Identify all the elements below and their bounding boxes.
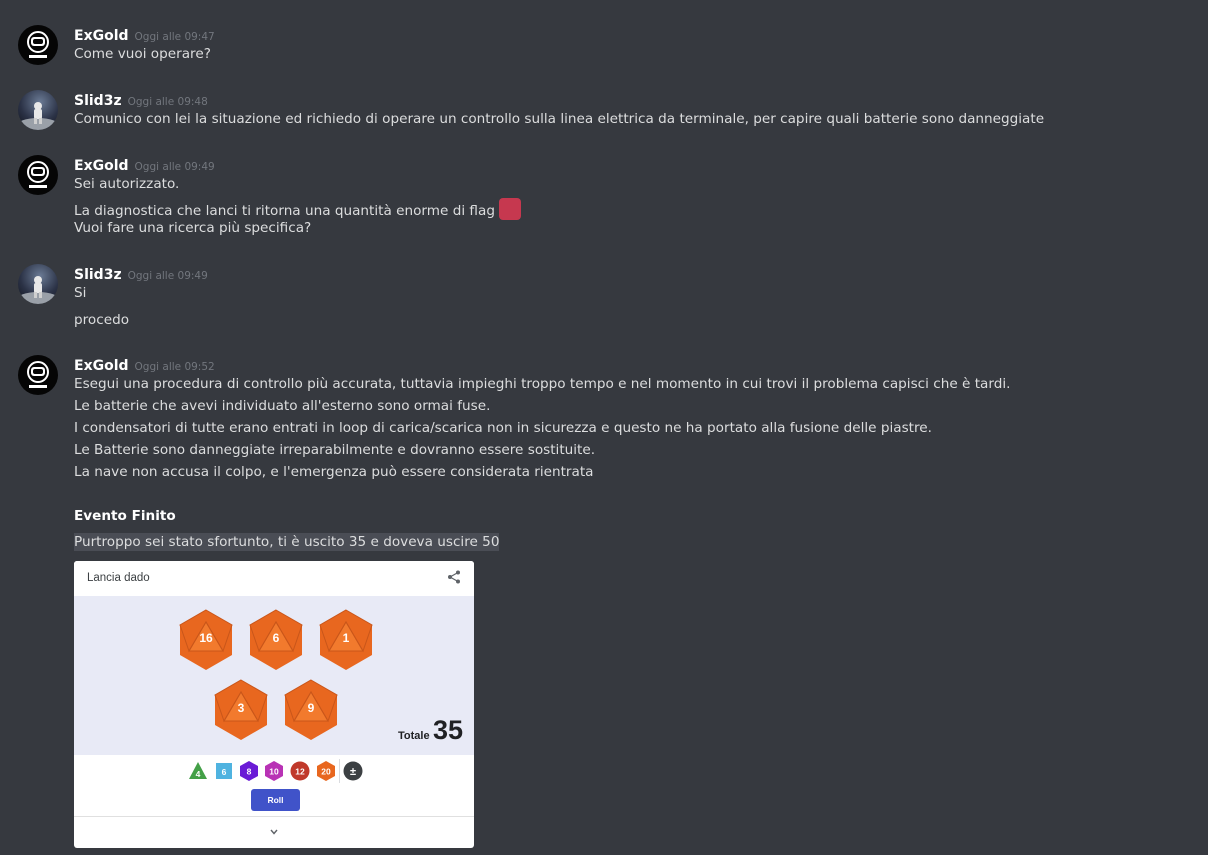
avatar[interactable] <box>18 90 58 130</box>
d20-label: 20 <box>321 767 331 777</box>
die-value: 6 <box>272 631 280 645</box>
username[interactable]: Slid3z <box>74 267 122 283</box>
card-title: Lancia dado <box>87 572 150 584</box>
dice-result-area: 16 6 1 3 9 Totale 35 <box>74 596 474 755</box>
avatar[interactable] <box>18 25 58 65</box>
d20-die: 3 <box>213 679 269 741</box>
d12-label: 12 <box>295 767 305 777</box>
modifier-label: ± <box>350 766 356 778</box>
message-text: Le batterie che avevi individuato all'es… <box>74 398 491 414</box>
message-text: Le Batterie sono danneggiate irreparabil… <box>74 442 596 458</box>
d20-die: 16 <box>178 609 234 671</box>
highlighted-text: Purtroppo sei stato sfortunto, ti è usci… <box>74 533 500 551</box>
username[interactable]: ExGold <box>74 358 129 374</box>
message-text: procedo <box>74 312 130 328</box>
message-text-highlighted: Purtroppo sei stato sfortunto, ti è usci… <box>74 533 500 551</box>
astronaut-logo-icon <box>27 361 49 388</box>
total-label: Totale <box>398 730 430 742</box>
d20-button[interactable]: 20 <box>316 761 336 781</box>
chevron-down-icon[interactable] <box>269 827 279 837</box>
username[interactable]: ExGold <box>74 158 129 174</box>
event-finished-heading: Evento Finito <box>74 508 176 524</box>
d6-button[interactable]: 6 <box>214 761 234 781</box>
d8-button[interactable]: 8 <box>239 761 259 781</box>
avatar[interactable] <box>18 355 58 395</box>
message-text: Vuoi fare una ricerca più specifica? <box>74 220 312 236</box>
die-value: 16 <box>199 631 213 645</box>
message-text: Comunico con lei la situazione ed richie… <box>74 111 1045 127</box>
username[interactable]: Slid3z <box>74 93 122 109</box>
d20-die: 1 <box>318 609 374 671</box>
message: ExGold Oggi alle 09:47 Come vuoi operare? <box>0 25 1208 70</box>
message-text-with-flag: La diagnostica che lanci ti ritorna una … <box>74 198 521 220</box>
avatar[interactable] <box>18 155 58 195</box>
dice-roller-card: Lancia dado 16 6 1 3 9 Totale 35 4 6 8 1… <box>74 561 474 848</box>
timestamp: Oggi alle 09:49 <box>127 270 208 282</box>
astronaut-moon-icon <box>18 102 58 130</box>
d6-label: 6 <box>222 767 227 777</box>
avatar[interactable] <box>18 264 58 304</box>
username[interactable]: ExGold <box>74 28 129 44</box>
message-text: Si <box>74 285 87 301</box>
die-value: 3 <box>237 701 245 715</box>
die-value: 9 <box>307 701 315 715</box>
flag-icon <box>498 198 521 220</box>
d10-label: 10 <box>269 767 279 777</box>
message-text: La diagnostica che lanci ti ritorna una … <box>74 203 495 219</box>
share-icon[interactable] <box>446 569 462 585</box>
message: Slid3z Oggi alle 09:49 Si procedo <box>0 264 1208 334</box>
d10-button[interactable]: 10 <box>264 761 284 781</box>
message: ExGold Oggi alle 09:49 Sei autorizzato. L… <box>0 155 1208 245</box>
d4-button[interactable]: 4 <box>188 761 208 781</box>
message-text: Sei autorizzato. <box>74 176 180 192</box>
timestamp: Oggi alle 09:52 <box>134 361 215 373</box>
card-header: Lancia dado <box>74 561 474 596</box>
message: Slid3z Oggi alle 09:48 Comunico con lei l… <box>0 90 1208 135</box>
astronaut-logo-icon <box>27 161 49 188</box>
message-text: Esegui una procedura di controllo più ac… <box>74 376 1011 392</box>
d4-label: 4 <box>196 769 201 779</box>
roll-button[interactable]: Roll <box>251 789 300 811</box>
timestamp: Oggi alle 09:49 <box>134 161 215 173</box>
die-value: 1 <box>342 631 350 645</box>
timestamp: Oggi alle 09:48 <box>127 96 208 108</box>
astronaut-moon-icon <box>18 276 58 304</box>
message-text: La nave non accusa il colpo, e l'emergen… <box>74 464 594 480</box>
timestamp: Oggi alle 09:47 <box>134 31 215 43</box>
card-footer <box>74 816 474 848</box>
total-value: 35 <box>433 715 464 745</box>
d12-button[interactable]: 12 <box>290 761 310 781</box>
d20-die: 9 <box>283 679 339 741</box>
picker-divider <box>339 759 340 783</box>
astronaut-logo-icon <box>27 31 49 58</box>
modifier-button[interactable]: ± <box>343 761 363 781</box>
d8-label: 8 <box>247 767 252 777</box>
d20-die: 6 <box>248 609 304 671</box>
message-text: I condensatori di tutte erano entrati in… <box>74 420 932 436</box>
message-text: Come vuoi operare? <box>74 46 211 62</box>
